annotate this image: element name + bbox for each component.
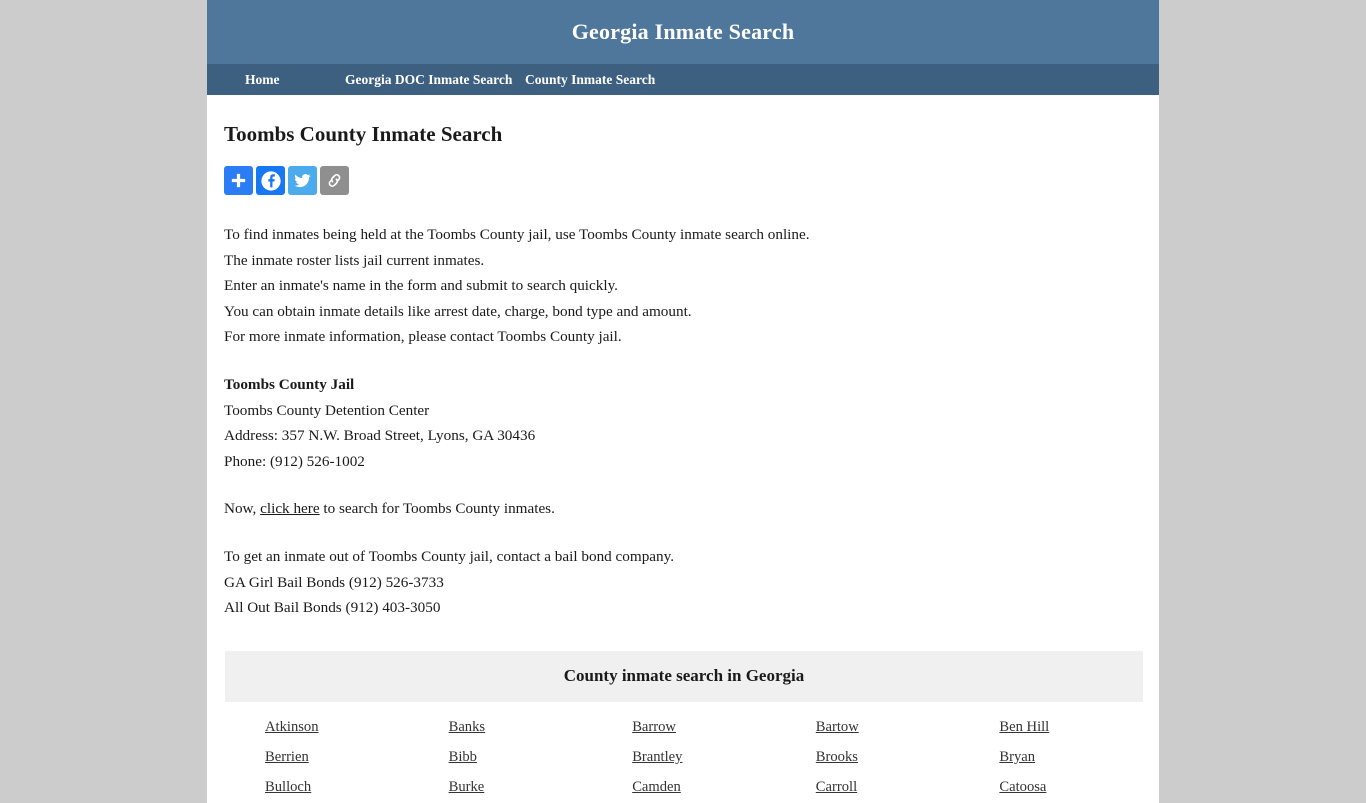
nav-item-georgia-doc-inmate-search[interactable]: Georgia DOC Inmate Search (345, 72, 525, 88)
intro-paragraph: To find inmates being held at the Toombs… (224, 222, 1159, 350)
table-cell: Bryan (959, 743, 1143, 773)
county-link-bulloch[interactable]: Bulloch (225, 779, 311, 795)
table-cell: Brantley (592, 743, 776, 773)
share-bar (224, 166, 1159, 195)
nav-item-county-inmate-search[interactable]: County Inmate Search (525, 72, 725, 88)
county-link-berrien[interactable]: Berrien (225, 749, 309, 765)
bail-bond-block: To get an inmate out of Toombs County ja… (224, 544, 1159, 621)
table-cell: Bibb (409, 743, 593, 773)
table-row: Berrien Bibb Brantley Brooks Bryan (225, 743, 1143, 773)
jail-info-block: Toombs County Jail Toombs County Detenti… (224, 372, 1159, 474)
table-cell: Atkinson (225, 702, 409, 743)
county-link-brooks[interactable]: Brooks (776, 749, 858, 765)
share-twitter-button[interactable] (288, 166, 317, 195)
search-call-to-action: Now, click here to search for Toombs Cou… (224, 496, 1159, 522)
intro-line-3: Enter an inmate's name in the form and s… (224, 277, 618, 295)
search-line-prefix: Now, (224, 500, 261, 518)
county-link-bibb[interactable]: Bibb (409, 749, 477, 765)
county-link-catoosa[interactable]: Catoosa (959, 779, 1046, 795)
county-link-brantley[interactable]: Brantley (592, 749, 682, 765)
intro-line-1: To find inmates being held at the Toombs… (224, 226, 810, 243)
site-title: Georgia Inmate Search (571, 19, 795, 44)
twitter-icon (293, 171, 312, 190)
table-cell: Bulloch (225, 773, 409, 803)
share-facebook-button[interactable] (256, 166, 285, 195)
table-cell: Carroll (776, 773, 960, 803)
table-cell: Burke (409, 773, 593, 803)
county-link-banks[interactable]: Banks (409, 719, 485, 735)
intro-line-5: For more inmate information, please cont… (224, 328, 622, 346)
bail-bondsman-2: All Out Bail Bonds (912) 403-3050 (224, 599, 441, 617)
plus-icon (229, 171, 248, 190)
intro-line-4: You can obtain inmate details like arres… (224, 302, 692, 320)
county-link-camden[interactable]: Camden (592, 779, 681, 795)
intro-line-2: The inmate roster lists jail current inm… (224, 251, 485, 269)
county-link-carroll[interactable]: Carroll (776, 779, 857, 795)
share-addthis-button[interactable] (224, 166, 253, 195)
facebook-icon (260, 170, 282, 192)
bail-intro: To get an inmate out of Toombs County ja… (224, 547, 675, 565)
jail-phone: Phone: (912) 526-1002 (224, 452, 365, 470)
site-header: Georgia Inmate Search (207, 0, 1159, 64)
jail-address: Address: 357 N.W. Broad Street, Lyons, G… (224, 427, 536, 445)
share-copy-link-button[interactable] (320, 166, 349, 195)
table-cell: Barrow (592, 702, 776, 743)
table-cell: Camden (592, 773, 776, 803)
county-link-ben-hill[interactable]: Ben Hill (959, 719, 1049, 735)
table-row: Bulloch Burke Camden Carroll Catoosa (225, 773, 1143, 803)
county-link-barrow[interactable]: Barrow (592, 719, 676, 735)
county-link-bartow[interactable]: Bartow (776, 719, 859, 735)
table-cell: Ben Hill (959, 702, 1143, 743)
county-link-burke[interactable]: Burke (409, 779, 485, 795)
bail-bondsman-1: GA Girl Bail Bonds (912) 526-3733 (224, 573, 444, 591)
table-cell: Brooks (776, 743, 960, 773)
county-table-header-row: County inmate search in Georgia (225, 650, 1143, 702)
county-inmate-search-table: County inmate search in Georgia Atkinson… (225, 650, 1143, 803)
county-table-caption: County inmate search in Georgia (225, 650, 1143, 702)
table-row: Atkinson Banks Barrow Bartow Ben Hill (225, 702, 1143, 743)
county-link-bryan[interactable]: Bryan (959, 749, 1035, 765)
jail-name: Toombs County Jail (224, 375, 355, 393)
table-cell: Catoosa (959, 773, 1143, 803)
main-navigation: Home Georgia DOC Inmate Search County In… (207, 64, 1159, 95)
link-icon (325, 171, 344, 190)
search-line-suffix: to search for Toombs County inmates. (319, 500, 555, 518)
page-title: Toombs County Inmate Search (224, 122, 503, 146)
page-container: Georgia Inmate Search Home Georgia DOC I… (207, 0, 1159, 803)
table-cell: Banks (409, 702, 593, 743)
table-cell: Bartow (776, 702, 960, 743)
jail-facility: Toombs County Detention Center (224, 401, 430, 419)
nav-item-home[interactable]: Home (245, 72, 345, 88)
table-cell: Berrien (225, 743, 409, 773)
county-link-atkinson[interactable]: Atkinson (225, 719, 319, 735)
main-content: Toombs County Inmate Search To find inma… (207, 95, 1159, 803)
click-here-link[interactable]: click here (260, 500, 319, 517)
